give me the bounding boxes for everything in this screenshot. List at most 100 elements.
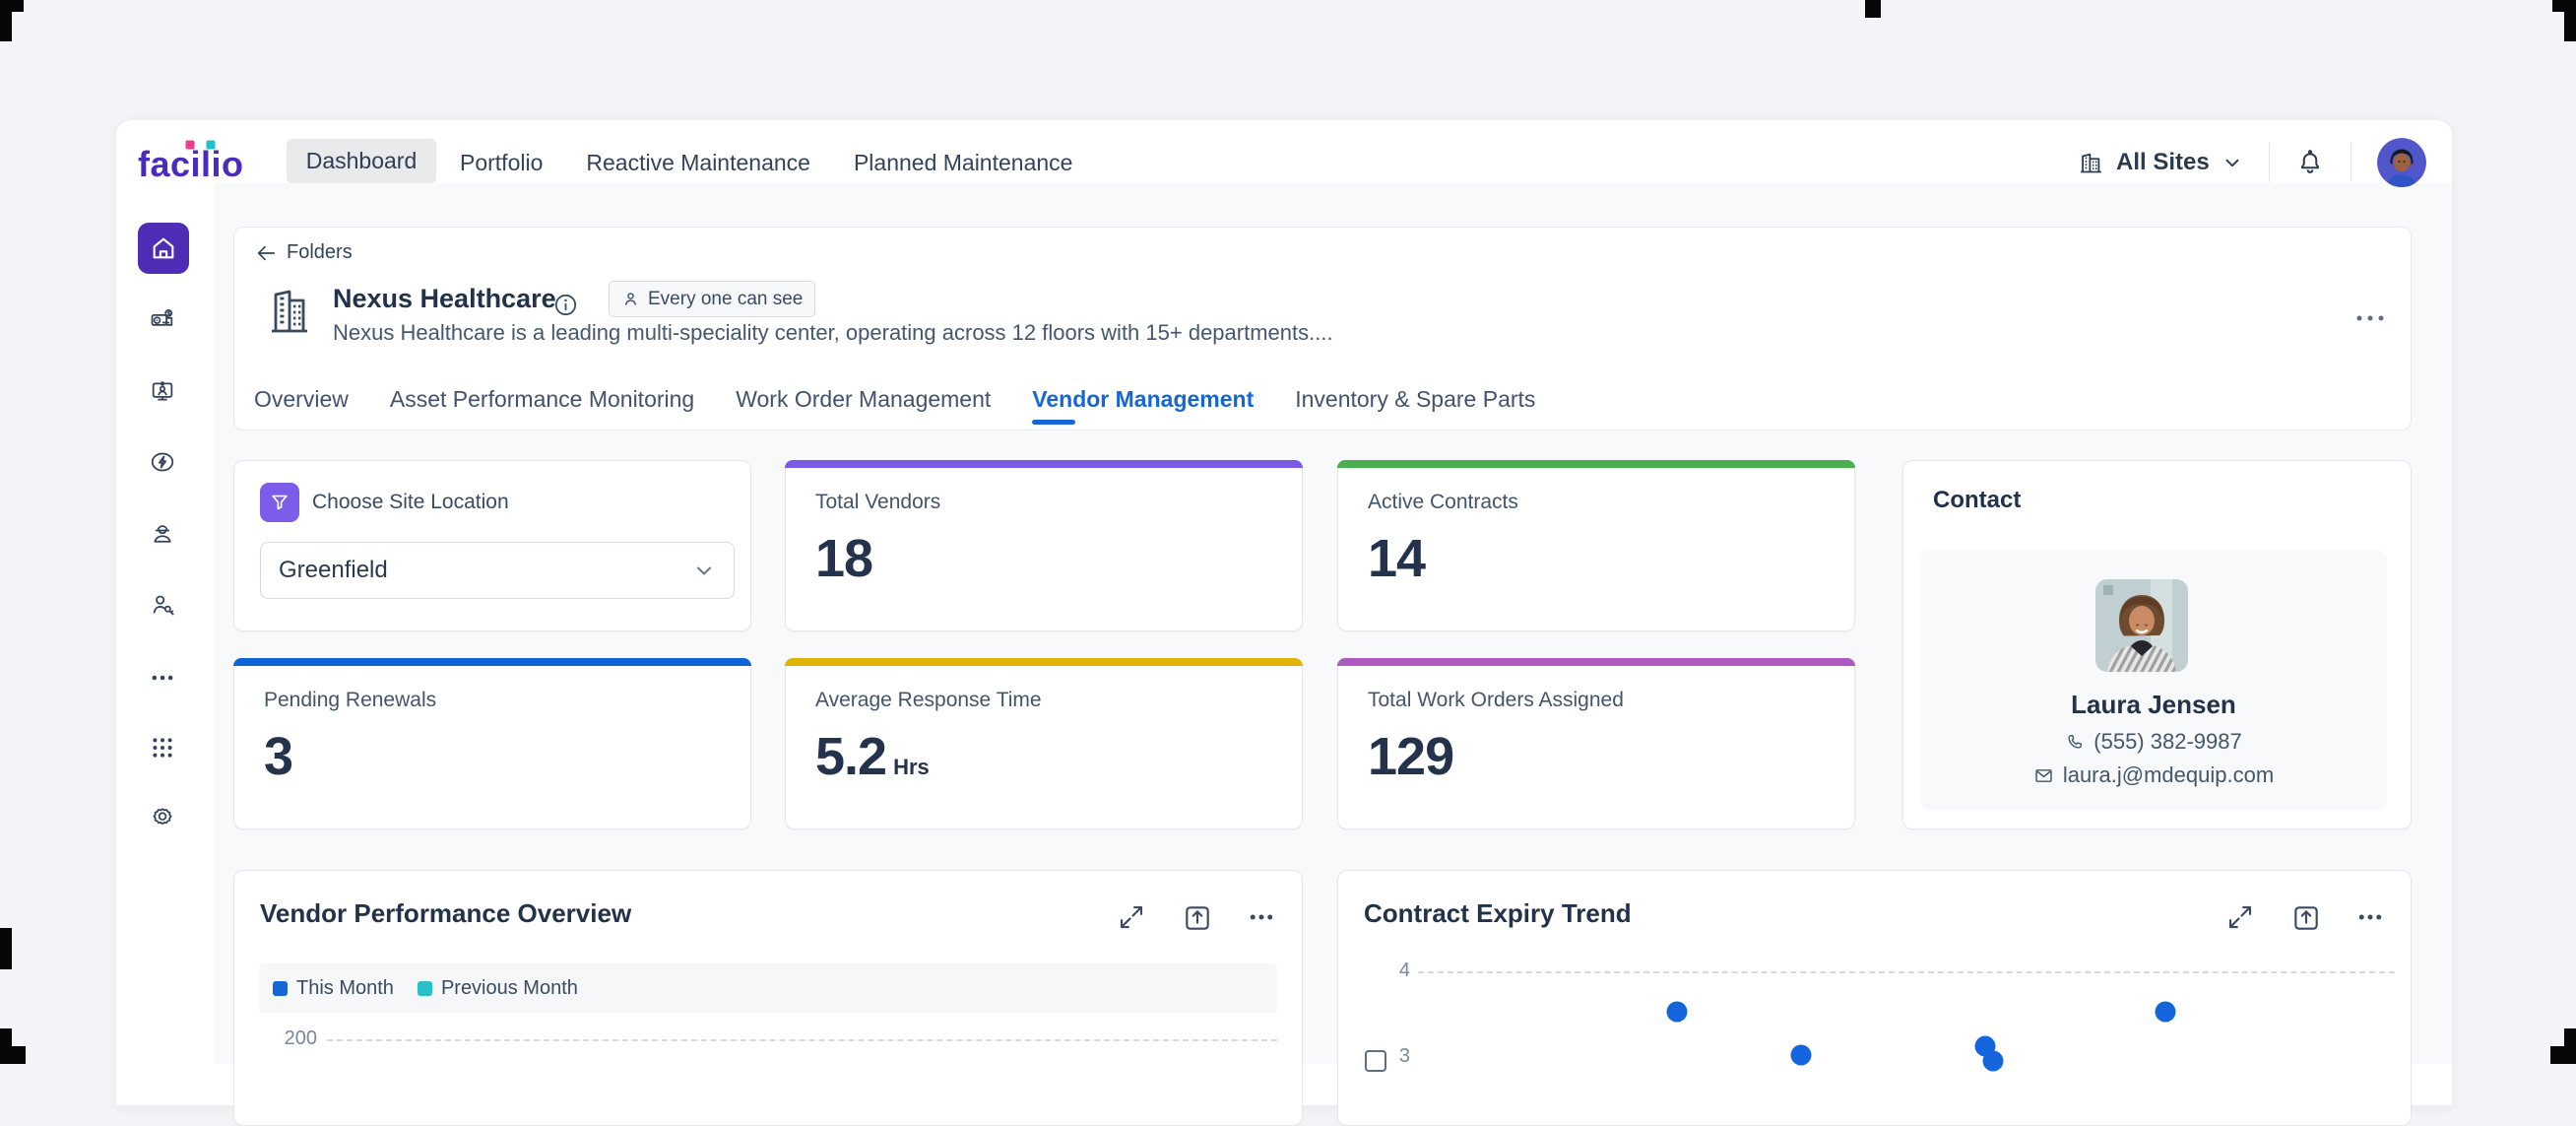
chevron-down-icon <box>692 559 716 582</box>
stat-card-average-response-time: Average Response Time 5.2 Hrs <box>785 658 1303 829</box>
contact-card: Contact Laura Jensen <box>1902 460 2412 829</box>
filter-header: Choose Site Location <box>260 483 509 522</box>
site-location-filter-card: Choose Site Location Greenfield <box>233 460 751 631</box>
legend-label: Previous Month <box>441 977 578 1000</box>
technician-icon <box>149 520 176 548</box>
facilio-logo[interactable]: facilio <box>138 144 244 185</box>
tab-vendor-management[interactable]: Vendor Management <box>1032 386 1254 436</box>
contact-phone: (555) 382-9987 <box>2093 729 2241 755</box>
crop-marker <box>0 0 12 41</box>
scatter-point <box>1983 1051 2004 1072</box>
logo-dot-teal <box>207 141 216 150</box>
stat-label: Total Work Orders Assigned <box>1368 689 1624 712</box>
stat-label: Average Response Time <box>815 689 1042 712</box>
site-location-value: Greenfield <box>279 557 388 584</box>
contact-card-title: Contact <box>1933 487 2021 514</box>
apps-grid-icon <box>149 734 176 762</box>
info-icon[interactable] <box>552 292 579 318</box>
y-axis-tick-200: 200 <box>272 1027 317 1050</box>
crop-marker <box>0 928 12 969</box>
chart-title: Vendor Performance Overview <box>260 898 631 929</box>
gridline-200 <box>327 1039 1277 1041</box>
user-avatar[interactable] <box>2377 138 2426 187</box>
contact-panel: Laura Jensen (555) 382-9987 laura.j@mdeq… <box>1920 550 2387 810</box>
bell-icon[interactable] <box>2295 148 2325 177</box>
sidebar-item-home[interactable] <box>138 223 189 274</box>
stat-accent-bar <box>785 658 1303 666</box>
back-label: Folders <box>287 241 353 264</box>
sidebar-item-vendors[interactable] <box>149 591 176 619</box>
back-arrow-icon <box>255 242 277 264</box>
vendor-icon <box>149 591 176 619</box>
legend-swatch <box>418 981 432 996</box>
legend-item-this-month[interactable]: This Month <box>273 977 394 1000</box>
panel-more-button[interactable] <box>2353 307 2387 329</box>
contact-name: Laura Jensen <box>1920 690 2387 720</box>
settings-gear-icon <box>149 805 176 832</box>
tab-overview[interactable]: Overview <box>254 386 349 436</box>
contract-expiry-plot <box>1418 971 2395 1090</box>
topbar-divider <box>2269 143 2270 182</box>
sidebar-item-settings[interactable] <box>149 805 176 832</box>
site-location-select[interactable]: Greenfield <box>260 542 735 599</box>
scatter-point <box>1666 1001 1687 1022</box>
back-to-folders[interactable]: Folders <box>255 241 353 264</box>
export-icon[interactable] <box>1182 902 1213 934</box>
sidebar-item-apps[interactable] <box>149 734 176 762</box>
scatter-point <box>2155 1001 2175 1022</box>
stat-value: 3 <box>264 726 292 787</box>
crop-marker <box>2550 1046 2576 1064</box>
contact-email: laura.j@mdequip.com <box>2063 762 2274 788</box>
facility-tabs: Overview Asset Performance Monitoring Wo… <box>254 386 1535 436</box>
tab-inventory-spare-parts[interactable]: Inventory & Spare Parts <box>1295 386 1535 436</box>
stat-label: Total Vendors <box>815 491 940 514</box>
visibility-badge: Every one can see <box>609 281 815 317</box>
sidebar-item-displays[interactable] <box>149 377 176 405</box>
person-icon <box>621 290 640 308</box>
stat-card-active-contracts: Active Contracts 14 <box>1337 460 1855 631</box>
nav-tab-reactive-maintenance[interactable]: Reactive Maintenance <box>586 150 810 176</box>
stat-accent-bar <box>785 460 1303 468</box>
stat-accent-bar <box>1337 460 1855 468</box>
contact-email-row: laura.j@mdequip.com <box>1920 762 2387 788</box>
stat-value: 18 <box>815 528 872 589</box>
more-dots-icon[interactable] <box>1247 902 1278 934</box>
nav-tab-dashboard[interactable]: Dashboard <box>287 139 436 183</box>
expand-icon[interactable] <box>1117 902 1148 934</box>
site-selector[interactable]: All Sites <box>2078 149 2243 176</box>
sidebar-item-more[interactable] <box>149 664 176 692</box>
crop-marker <box>2564 0 2576 41</box>
scatter-point <box>1790 1045 1811 1066</box>
site-selector-label: All Sites <box>2116 149 2210 176</box>
sidebar-item-energy[interactable] <box>149 448 176 476</box>
sidebar-item-technicians[interactable] <box>149 520 176 548</box>
stat-value: 5.2 <box>815 726 886 787</box>
stat-card-total-work-orders: Total Work Orders Assigned 129 <box>1337 658 1855 829</box>
chart-legend: This Month Previous Month <box>259 963 1277 1013</box>
home-icon <box>150 234 177 262</box>
stat-card-total-vendors: Total Vendors 18 <box>785 460 1303 631</box>
more-dots-icon <box>149 664 176 692</box>
legend-label: This Month <box>296 977 394 1000</box>
top-navigation: Portfolio Reactive Maintenance Planned M… <box>460 120 1072 205</box>
tab-asset-performance-monitoring[interactable]: Asset Performance Monitoring <box>390 386 694 436</box>
more-dots-icon[interactable] <box>2355 902 2387 934</box>
nav-tab-portfolio[interactable]: Portfolio <box>460 150 543 176</box>
legend-item-previous-month[interactable]: Previous Month <box>418 977 578 1000</box>
nav-tab-planned-maintenance[interactable]: Planned Maintenance <box>854 150 1073 176</box>
crop-marker <box>1865 0 1881 18</box>
envelope-icon <box>2033 765 2054 786</box>
tab-work-order-management[interactable]: Work Order Management <box>736 386 991 436</box>
facility-title: Nexus Healthcare <box>333 284 556 314</box>
logo-text: facilio <box>138 144 244 184</box>
stat-value: 14 <box>1368 528 1425 589</box>
visibility-badge-label: Every one can see <box>648 289 803 310</box>
stat-label: Active Contracts <box>1368 491 1518 514</box>
expand-icon[interactable] <box>2225 902 2257 934</box>
y-axis-tick-4: 4 <box>1365 960 1410 982</box>
export-icon[interactable] <box>2290 902 2322 934</box>
stat-unit: Hrs <box>893 755 930 780</box>
facility-description: Nexus Healthcare is a leading multi-spec… <box>333 320 1333 346</box>
sidebar-item-assets[interactable] <box>149 305 176 333</box>
funnel-icon <box>260 483 299 522</box>
